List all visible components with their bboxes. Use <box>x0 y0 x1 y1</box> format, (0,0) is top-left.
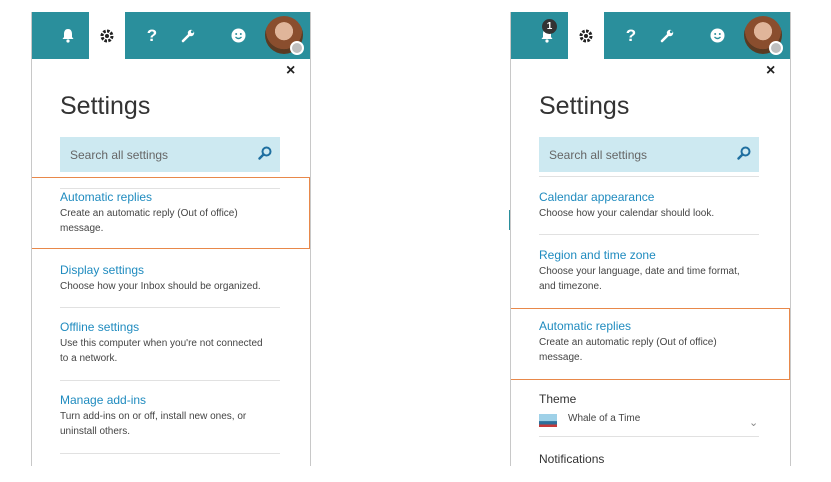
item-title: Region and time zone <box>539 248 656 262</box>
gear-icon[interactable] <box>89 12 125 59</box>
gear-icon[interactable] <box>568 12 604 59</box>
settings-item-region-time-zone[interactable]: Region and time zone Choose your languag… <box>539 248 779 294</box>
avatar[interactable] <box>744 16 783 55</box>
divider <box>539 436 759 437</box>
notifications-label: Notifications <box>539 452 605 466</box>
notification-badge: 1 <box>542 19 557 34</box>
presence-status-icon <box>769 41 783 55</box>
settings-item-manage-add-ins[interactable]: Manage add-ins Turn add-ins on or off, i… <box>60 393 295 439</box>
search-placeholder: Search all settings <box>549 147 648 162</box>
item-description: Choose your language, date and time form… <box>539 266 740 292</box>
divider <box>60 307 280 308</box>
search-icon[interactable] <box>258 146 272 165</box>
wrench-icon[interactable] <box>170 12 206 59</box>
bell-icon[interactable] <box>50 12 86 59</box>
item-description: Create an automatic reply (Out of office… <box>60 208 238 234</box>
divider <box>539 234 759 235</box>
theme-setting[interactable]: Theme <box>539 392 774 407</box>
item-title: Display settings <box>60 263 145 277</box>
chevron-down-icon[interactable]: ⌄ <box>749 416 758 429</box>
page-title: Settings <box>60 92 151 120</box>
wrench-icon[interactable] <box>649 12 685 59</box>
notifications-setting[interactable]: Notifications <box>539 452 774 466</box>
search-input[interactable]: Search all settings <box>60 137 280 172</box>
item-title: Manage add-ins <box>60 393 147 407</box>
settings-panel-right: 1 ? × Settings Search all settings Calen… <box>510 12 791 466</box>
settings-item-display-settings[interactable]: Display settings Choose how your Inbox s… <box>60 263 295 294</box>
divider <box>60 453 280 454</box>
settings-item-automatic-replies[interactable]: Automatic replies Create an automatic re… <box>539 319 774 365</box>
settings-item-offline-settings[interactable]: Offline settings Use this computer when … <box>60 320 295 366</box>
help-icon[interactable]: ? <box>613 12 649 59</box>
item-title: Calendar appearance <box>539 190 655 204</box>
item-title: Offline settings <box>60 320 140 334</box>
theme-label: Theme <box>539 392 577 406</box>
item-description: Turn add-ins on or off, install new ones… <box>60 411 247 437</box>
search-input[interactable]: Search all settings <box>539 137 759 172</box>
smiley-icon[interactable] <box>220 12 256 59</box>
settings-item-automatic-replies[interactable]: Automatic replies Create an automatic re… <box>60 190 285 236</box>
avatar[interactable] <box>265 16 304 55</box>
settings-panel-left: ? × Settings Search all settings Automat… <box>31 12 311 466</box>
item-title: Automatic replies <box>60 190 153 204</box>
item-description: Choose how your Inbox should be organize… <box>60 281 261 292</box>
item-description: Create an automatic reply (Out of office… <box>539 337 717 363</box>
help-icon[interactable]: ? <box>134 12 170 59</box>
search-placeholder: Search all settings <box>70 147 169 162</box>
search-icon[interactable] <box>737 146 751 165</box>
presence-status-icon <box>290 41 304 55</box>
item-description: Use this computer when you're not connec… <box>60 338 263 364</box>
theme-value[interactable]: Whale of a Time <box>568 413 640 424</box>
smiley-icon[interactable] <box>699 12 735 59</box>
top-nav-bar: ? <box>32 12 310 59</box>
item-title: Automatic replies <box>539 319 632 333</box>
top-nav-bar: 1 ? <box>511 12 790 59</box>
settings-item-calendar-appearance[interactable]: Calendar appearance Choose how your cale… <box>539 190 774 221</box>
page-title: Settings <box>539 92 630 120</box>
theme-thumbnail <box>539 414 557 427</box>
divider <box>60 380 280 381</box>
close-icon[interactable]: × <box>286 63 295 79</box>
close-icon[interactable]: × <box>766 63 775 79</box>
item-description: Choose how your calendar should look. <box>539 208 715 219</box>
divider <box>539 176 759 177</box>
